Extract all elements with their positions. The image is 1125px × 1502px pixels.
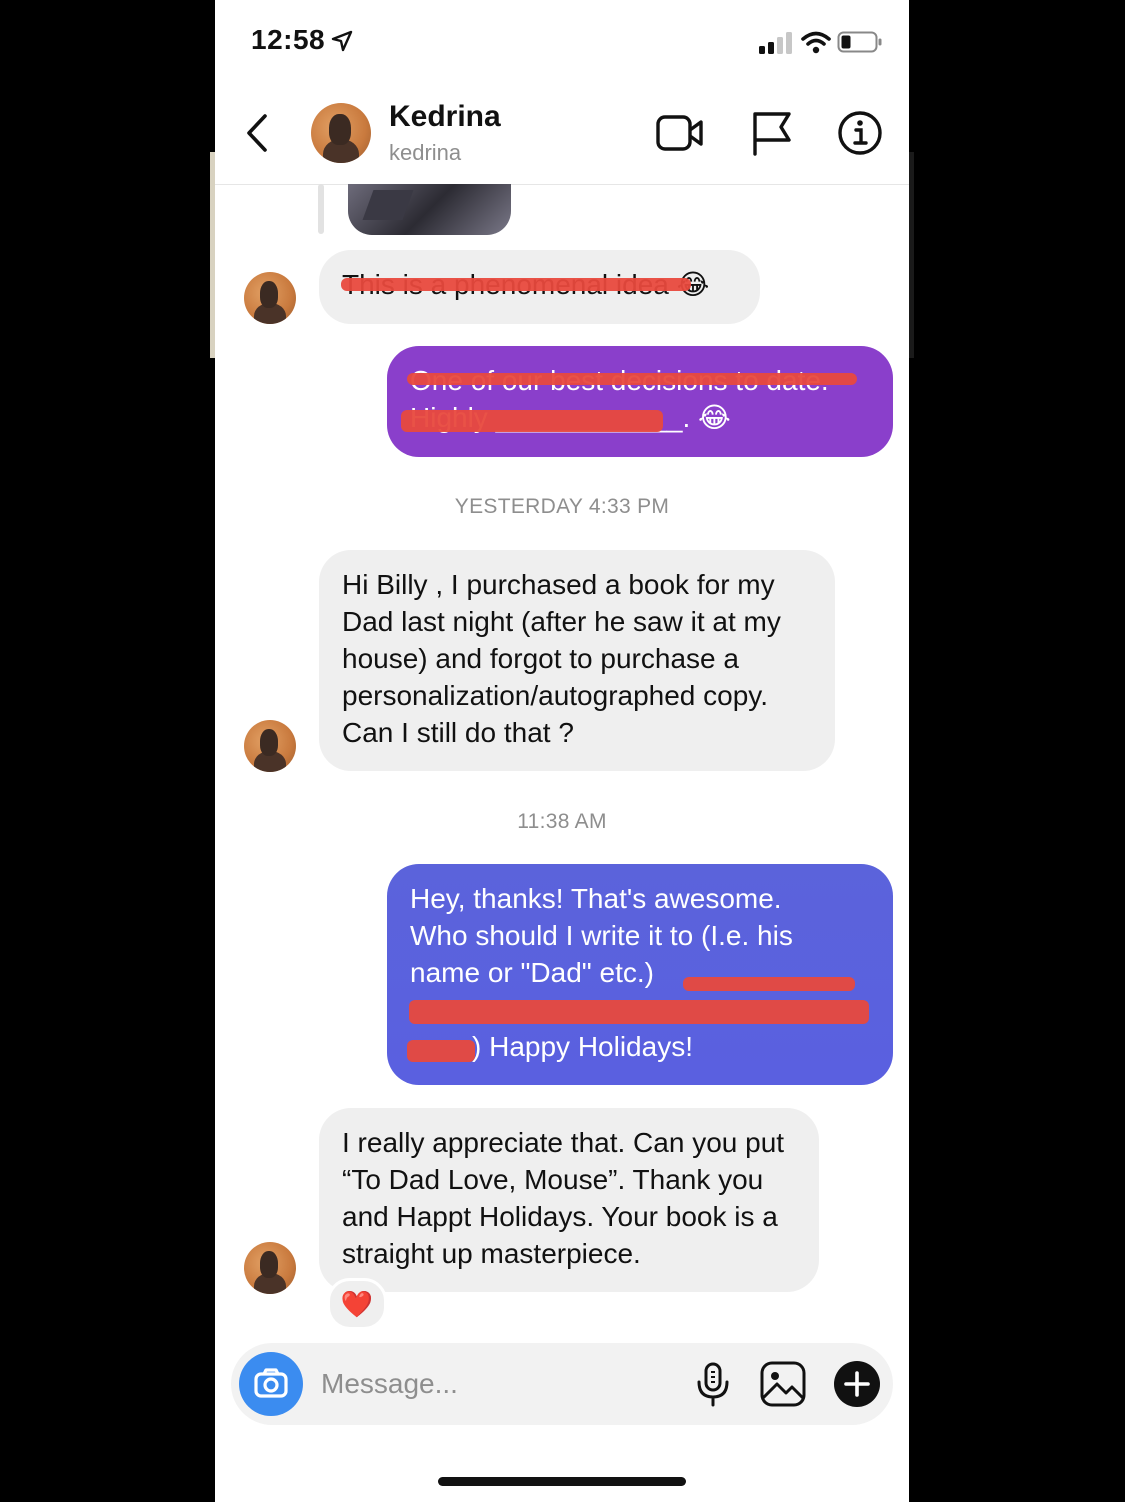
message-composer: [231, 1343, 893, 1425]
location-arrow-icon: [331, 30, 353, 52]
redaction-mark: [407, 1040, 475, 1062]
message-text: I really appreciate that. Can you put “T…: [342, 1127, 785, 1269]
video-call-icon[interactable]: [655, 110, 705, 156]
message-text-line: Hey, thanks! That's awesome.: [410, 883, 782, 914]
battery-icon: [837, 31, 882, 53]
sender-avatar[interactable]: [244, 720, 296, 772]
outgoing-message-bubble[interactable]: Hey, thanks! That's awesome. Who should …: [387, 864, 893, 1085]
conversation-header: Kedrina kedrina: [215, 90, 909, 185]
timestamp-divider: YESTERDAY 4:33 PM: [454, 495, 670, 518]
redaction-mark: [409, 1000, 869, 1024]
background-strip-right: [909, 152, 914, 358]
redaction-mark: [407, 373, 857, 385]
incoming-message-bubble[interactable]: This is a phenomenal idea 😂: [319, 250, 760, 324]
contact-username[interactable]: kedrina: [389, 140, 461, 166]
sender-avatar[interactable]: [244, 272, 296, 324]
sender-avatar[interactable]: [244, 1242, 296, 1294]
incoming-message-bubble[interactable]: Hi Billy , I purchased a book for my Dad…: [319, 550, 835, 771]
message-text-line: ) Happy Holidays!: [472, 1031, 693, 1062]
camera-button[interactable]: [239, 1352, 303, 1416]
message-input[interactable]: [319, 1363, 653, 1405]
gallery-icon[interactable]: [759, 1360, 807, 1408]
microphone-icon[interactable]: [689, 1360, 737, 1408]
add-plus-icon[interactable]: [833, 1360, 881, 1408]
contact-avatar[interactable]: [311, 103, 371, 163]
message-text-line: Who should I write it to (I.e. his: [410, 920, 793, 951]
message-text: Hi Billy , I purchased a book for my Dad…: [342, 569, 781, 748]
home-indicator[interactable]: [438, 1477, 686, 1486]
redaction-mark: [683, 977, 855, 991]
reply-quote-bar: [318, 184, 324, 234]
info-icon[interactable]: [835, 110, 885, 156]
redaction-mark: [401, 410, 663, 432]
contact-name[interactable]: Kedrina: [389, 100, 501, 134]
wifi-icon: [801, 31, 831, 54]
cellular-signal-icon: [759, 32, 792, 54]
report-flag-icon[interactable]: [747, 110, 797, 156]
camera-icon: [254, 1368, 288, 1398]
redaction-mark: [341, 278, 691, 291]
heart-icon: ❤️: [340, 1288, 374, 1319]
outgoing-message-bubble[interactable]: One of our best decisions to date. Highl…: [387, 346, 893, 457]
shared-image-preview[interactable]: [348, 184, 511, 235]
heart-reaction-badge[interactable]: ❤️: [327, 1278, 387, 1330]
incoming-message-bubble[interactable]: I really appreciate that. Can you put “T…: [319, 1108, 819, 1292]
status-time: 12:58: [251, 24, 326, 55]
phone-screen: 12:58 Kedrina kedrina 😂 😂 YESTERDAY 4:33…: [215, 0, 909, 1502]
timestamp-divider: 11:38 AM: [517, 810, 607, 833]
back-chevron-icon[interactable]: [241, 110, 275, 156]
